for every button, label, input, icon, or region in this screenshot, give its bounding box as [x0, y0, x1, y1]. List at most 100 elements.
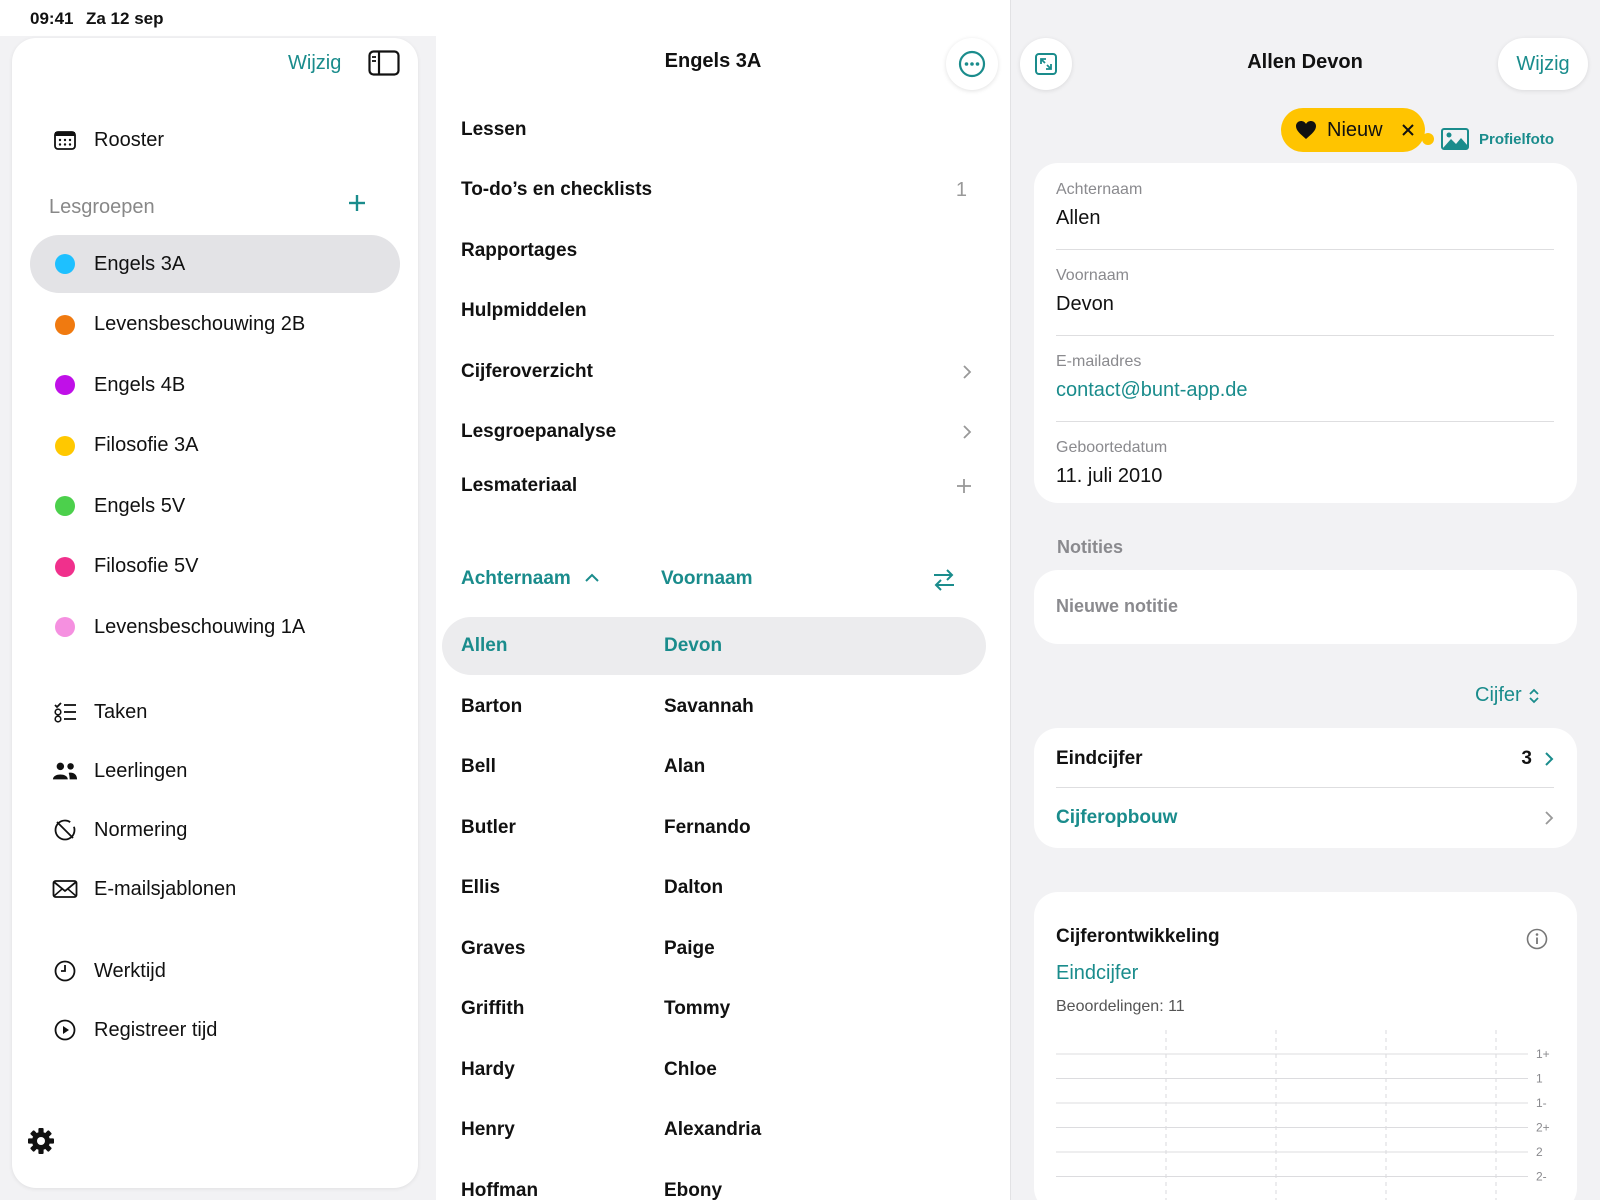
- sidebar-toggle-icon[interactable]: [368, 50, 400, 76]
- add-group-button[interactable]: [347, 190, 367, 218]
- group-menu-item[interactable]: To-do’s en checklists 1: [461, 170, 973, 210]
- student-row[interactable]: Butler Fernando: [442, 799, 986, 857]
- sort-firstname-button[interactable]: Voornaam: [661, 568, 753, 590]
- student-row[interactable]: Henry Alexandria: [442, 1101, 986, 1159]
- chart-y-tick-label: 1-: [1536, 1096, 1547, 1110]
- email-link[interactable]: contact@bunt-app.de: [1056, 379, 1554, 402]
- final-grade-label: Eindcijfer: [1056, 747, 1143, 769]
- student-row[interactable]: Bell Alan: [442, 738, 986, 796]
- group-menu-item[interactable]: Lesgroepanalyse: [461, 412, 973, 452]
- chevron-right-icon: [1545, 811, 1554, 825]
- group-title: Engels 3A: [664, 50, 762, 72]
- grade-build-row[interactable]: Cijferopbouw: [1056, 789, 1554, 847]
- sidebar-group-item[interactable]: Engels 3A: [30, 235, 400, 293]
- group-color-dot: [52, 556, 78, 577]
- plus-icon: [349, 195, 365, 211]
- group-menu-item[interactable]: Rapportages: [461, 231, 973, 271]
- sidebar-item-leerlingen[interactable]: Leerlingen: [30, 742, 400, 800]
- group-menu-item[interactable]: Lessen: [461, 110, 973, 150]
- plus-icon[interactable]: [955, 477, 973, 495]
- group-menu-item[interactable]: Lesmateriaal: [461, 466, 973, 506]
- group-label: Engels 3A: [94, 252, 186, 275]
- new-note-card[interactable]: Nieuwe notitie: [1034, 570, 1577, 644]
- group-label: Filosofie 3A: [94, 434, 199, 456]
- swap-icon[interactable]: [932, 568, 956, 592]
- student-row[interactable]: Griffith Tommy: [442, 980, 986, 1038]
- group-menu-item[interactable]: Cijferoverzicht: [461, 352, 973, 392]
- student-row[interactable]: Ellis Dalton: [442, 859, 986, 917]
- grade-type-label: Cijfer: [1475, 684, 1522, 706]
- field-label: Geboortedatum: [1056, 439, 1168, 456]
- sidebar-item-registreer-tijd[interactable]: Registreer tijd: [30, 1001, 400, 1059]
- group-color-dot: [52, 314, 78, 335]
- student-firstname: Dalton: [664, 877, 724, 898]
- final-grade-row[interactable]: Eindcijfer 3: [1056, 730, 1554, 788]
- grade-build-label: Cijferopbouw: [1056, 807, 1178, 828]
- sidebar-group-item[interactable]: Levensbeschouwing 1A: [30, 598, 400, 656]
- student-row[interactable]: Allen Devon: [442, 617, 986, 675]
- info-icon[interactable]: [1526, 928, 1548, 950]
- sidebar-item-werktijd[interactable]: Werktijd: [30, 942, 400, 1000]
- menu-item-label: Rapportages: [461, 240, 578, 261]
- group-color-dot: [52, 375, 78, 395]
- calendar-icon: [52, 130, 78, 150]
- group-label: Filosofie 5V: [94, 555, 199, 577]
- sidebar-item-emailsjablonen[interactable]: E-mailsjablonen: [30, 860, 400, 918]
- norm-icon: [52, 818, 78, 842]
- expand-icon: [1035, 53, 1057, 75]
- menu-item-count: 1: [955, 178, 967, 201]
- sidebar-group-item[interactable]: Filosofie 3A: [30, 417, 400, 475]
- more-button[interactable]: [946, 38, 998, 90]
- student-firstname: Alan: [664, 756, 706, 777]
- field-value: Allen: [1056, 207, 1101, 229]
- status-time: 09:41: [30, 9, 74, 28]
- lastname-field[interactable]: Achternaam Allen: [1056, 181, 1554, 250]
- sidebar-item-label: Registreer tijd: [94, 1018, 218, 1041]
- student-lastname: Allen: [461, 635, 508, 656]
- gear-icon[interactable]: [26, 1126, 56, 1156]
- sidebar-group-item[interactable]: Engels 5V: [30, 477, 400, 535]
- student-lastname: Ellis: [461, 877, 501, 898]
- sort-lastname-button[interactable]: Achternaam: [461, 568, 600, 590]
- sidebar-edit-button[interactable]: Wijzig: [288, 52, 341, 75]
- group-label: Levensbeschouwing 2B: [94, 313, 306, 335]
- group-menu-item[interactable]: Hulpmiddelen: [461, 291, 973, 331]
- chevron-right-icon: [963, 365, 972, 379]
- chevron-up-icon: [585, 573, 599, 582]
- development-title: Cijferontwikkeling: [1056, 926, 1220, 947]
- student-lastname: Hardy: [461, 1058, 515, 1080]
- development-subtitle[interactable]: Eindcijfer: [1056, 962, 1138, 985]
- menu-item-label: Lesgroepanalyse: [461, 421, 617, 442]
- student-lastname: Barton: [461, 695, 523, 717]
- student-row[interactable]: Hoffman Ebony: [442, 1162, 986, 1200]
- sidebar-group-item[interactable]: Engels 4B: [30, 356, 400, 414]
- grade-type-select[interactable]: Cijfer: [1475, 684, 1540, 707]
- detail-edit-button[interactable]: Wijzig: [1498, 38, 1588, 90]
- student-row[interactable]: Barton Savannah: [442, 678, 986, 736]
- close-icon[interactable]: [1401, 123, 1415, 137]
- student-row[interactable]: Graves Paige: [442, 920, 986, 978]
- sidebar-item-taken[interactable]: Taken: [30, 683, 400, 741]
- sidebar-item-rooster[interactable]: Rooster: [30, 111, 400, 169]
- sidebar-group-item[interactable]: Filosofie 5V: [30, 538, 400, 596]
- group-color-dot: [52, 435, 78, 456]
- student-firstname: Alexandria: [664, 1119, 762, 1140]
- expand-button[interactable]: [1020, 38, 1072, 90]
- menu-item-label: To-do’s en checklists: [461, 179, 653, 200]
- student-info-card: Achternaam Allen Voornaam Devon E-mailad…: [1034, 163, 1577, 503]
- student-lastname: Butler: [461, 816, 516, 838]
- status-date: Za 12 sep: [86, 9, 164, 28]
- email-field[interactable]: E-mailadres contact@bunt-app.de: [1056, 353, 1554, 422]
- sidebar-group-item[interactable]: Levensbeschouwing 2B: [30, 296, 400, 354]
- student-row[interactable]: Hardy Chloe: [442, 1041, 986, 1099]
- image-icon: [1441, 128, 1469, 150]
- new-badge[interactable]: Nieuw: [1281, 108, 1425, 152]
- birthdate-field[interactable]: Geboortedatum 11. juli 2010: [1056, 439, 1554, 499]
- profile-photo-button[interactable]: Profielfoto: [1441, 128, 1554, 150]
- student-firstname: Fernando: [664, 816, 751, 838]
- notes-title: Notities: [1057, 537, 1124, 557]
- firstname-field[interactable]: Voornaam Devon: [1056, 267, 1554, 336]
- sidebar-item-normering[interactable]: Normering: [30, 801, 400, 859]
- more-icon: [958, 50, 986, 78]
- people-icon: [52, 761, 78, 781]
